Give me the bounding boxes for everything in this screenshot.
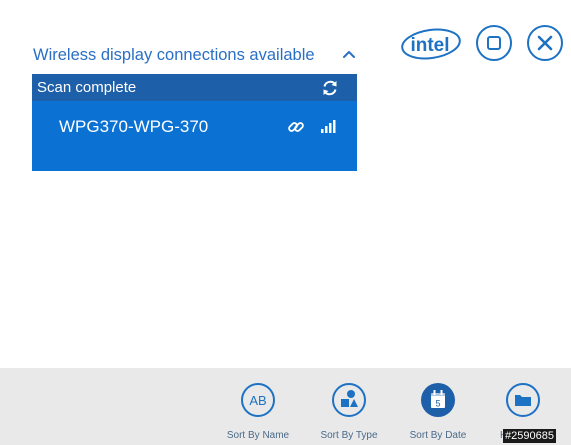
signal-bars-icon xyxy=(321,120,336,133)
collapse-button[interactable] xyxy=(339,45,359,65)
device-name: WPG370-WPG-370 xyxy=(59,117,209,136)
scan-status: Scan complete xyxy=(37,79,137,96)
close-icon xyxy=(537,35,553,51)
close-button[interactable] xyxy=(527,25,563,61)
panel-title: Wireless display connections available xyxy=(33,46,315,64)
link-icon xyxy=(288,122,304,132)
chevron-up-icon xyxy=(343,51,355,58)
refresh-button[interactable] xyxy=(320,78,340,98)
sort-by-date-label: Sort By Date xyxy=(409,430,467,441)
calendar-icon: 5 xyxy=(421,383,455,417)
scan-status-bar: Scan complete xyxy=(32,74,357,101)
sort-date-icon-text: 5 xyxy=(435,399,440,409)
connect-button[interactable] xyxy=(287,118,305,136)
panel-header: Wireless display connections available xyxy=(33,45,358,69)
refresh-icon xyxy=(323,80,337,96)
watermark: #2590685 xyxy=(503,429,556,443)
logo-text: intel xyxy=(410,35,449,56)
signal-strength xyxy=(320,118,338,134)
sort-by-date-button[interactable]: 5 Sort By Date xyxy=(403,382,473,444)
sort-by-type-button[interactable]: Sort By Type xyxy=(314,382,384,444)
sort-by-name-button[interactable]: AB Sort By Name xyxy=(223,382,293,444)
folder-icon xyxy=(506,383,540,417)
square-icon xyxy=(487,36,501,50)
shapes-icon xyxy=(332,383,366,417)
intel-logo: intel xyxy=(400,26,464,62)
scan-panel: Scan complete WPG370-WPG-370 xyxy=(32,74,357,171)
sort-by-name-label: Sort By Name xyxy=(226,430,290,441)
sort-name-icon-text: AB xyxy=(249,393,266,408)
device-item[interactable]: WPG370-WPG-370 xyxy=(32,110,357,144)
restore-button[interactable] xyxy=(476,25,512,61)
bottom-toolbar: AB Sort By Name Sort By Type 5 Sort By D… xyxy=(0,368,571,445)
ab-icon: AB xyxy=(241,383,275,417)
sort-by-type-label: Sort By Type xyxy=(320,430,378,441)
